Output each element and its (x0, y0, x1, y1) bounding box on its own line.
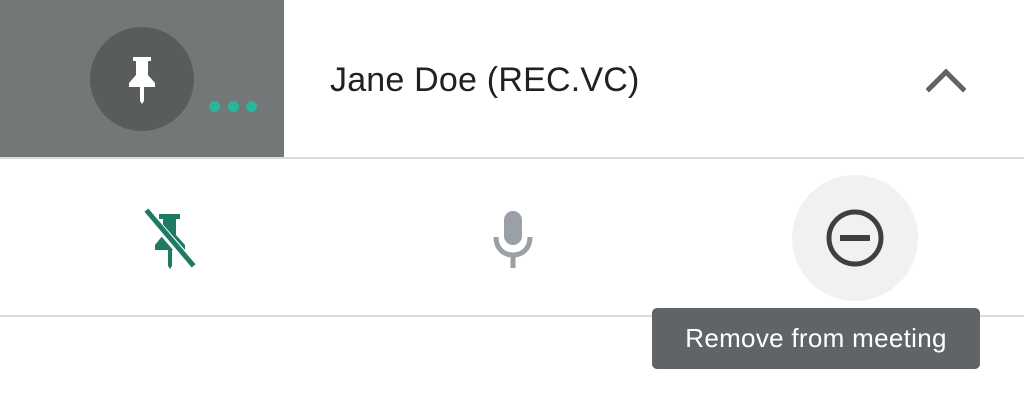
remove-tooltip: Remove from meeting (652, 308, 980, 369)
divider (0, 157, 1024, 159)
remove-button[interactable] (792, 175, 918, 301)
chevron-up-icon (926, 68, 966, 93)
microphone-icon (493, 211, 533, 268)
participant-actions (0, 160, 1024, 315)
participant-name: Jane Doe (REC.VC) (330, 61, 640, 99)
pin-icon (129, 57, 155, 104)
remove-circle-icon (826, 209, 884, 267)
pinned-badge (90, 27, 194, 131)
participant-row[interactable]: Jane Doe (REC.VC) (0, 0, 1024, 158)
participant-video-tile[interactable] (0, 0, 284, 158)
unpin-icon (144, 208, 196, 269)
unpin-button[interactable] (106, 175, 232, 301)
speaking-indicator (209, 101, 259, 113)
mute-button[interactable] (450, 175, 576, 301)
collapse-button[interactable] (915, 50, 975, 110)
